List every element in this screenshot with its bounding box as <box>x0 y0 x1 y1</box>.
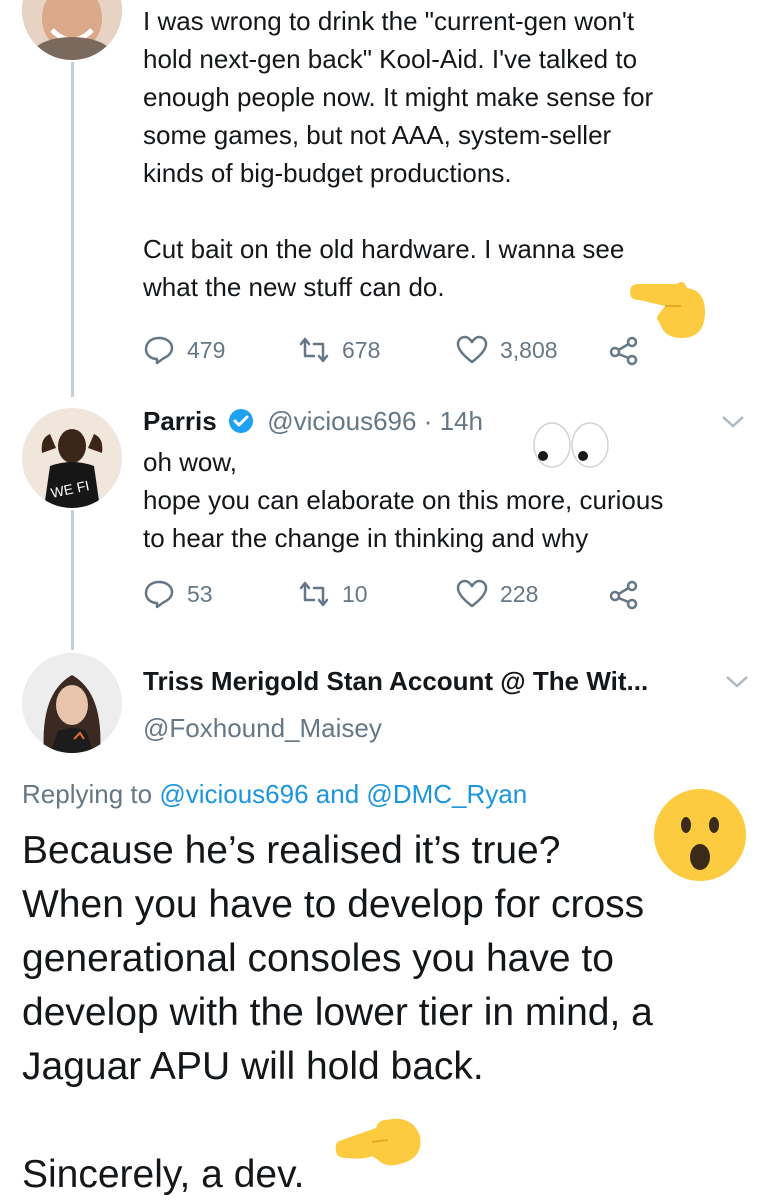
replying-and: and <box>315 779 360 809</box>
mention-link[interactable]: @DMC_Ryan <box>366 779 527 809</box>
thread-line-middle <box>71 510 74 650</box>
user-handle[interactable]: @vicious696 <box>267 406 416 436</box>
chevron-down-icon[interactable] <box>722 672 752 692</box>
share-button[interactable] <box>608 330 652 370</box>
replying-prefix: Replying to <box>22 779 153 809</box>
verified-badge-icon <box>228 409 253 433</box>
reply-button[interactable]: 53 <box>143 574 213 614</box>
mention-link[interactable]: @vicious696 <box>159 779 308 809</box>
user-handle[interactable]: @Foxhound_Maisey <box>143 713 382 743</box>
reply-icon <box>144 336 174 365</box>
tweet-handle-row: @Foxhound_Maisey <box>143 711 382 745</box>
avatar[interactable] <box>22 653 122 753</box>
tweet-time[interactable]: · 14h <box>424 406 483 436</box>
display-name[interactable]: Parris <box>143 406 217 436</box>
retweet-count: 678 <box>342 336 381 363</box>
tweet-text: I was wrong to drink the "current-gen wo… <box>143 6 654 302</box>
display-name[interactable]: Triss Merigold Stan Account @ The Wit... <box>143 666 648 696</box>
like-count: 3,808 <box>500 336 558 363</box>
reply-count: 479 <box>187 336 226 363</box>
pointing-hand-emoji-icon <box>335 1118 421 1166</box>
share-button[interactable] <box>608 574 652 614</box>
like-count: 228 <box>500 580 539 607</box>
avatar-image <box>22 653 122 753</box>
share-icon <box>609 336 638 366</box>
retweet-button[interactable]: 10 <box>298 574 368 614</box>
tweet-text: oh wow, hope you can elaborate on this m… <box>143 447 664 553</box>
reply-button[interactable]: 479 <box>143 330 225 370</box>
heart-icon <box>456 335 488 364</box>
tweet-actions: 479 678 3,808 <box>143 330 663 370</box>
retweet-count: 10 <box>342 580 368 607</box>
chevron-down-icon[interactable] <box>718 412 748 432</box>
avatar-image: WE FI <box>22 408 122 508</box>
retweet-icon <box>299 337 329 363</box>
like-button[interactable]: 3,808 <box>456 330 558 370</box>
reply-icon <box>144 580 174 609</box>
avatar-image <box>22 0 122 60</box>
heart-icon <box>456 579 488 608</box>
tweet-actions: 53 10 228 <box>143 574 663 614</box>
replying-to: Replying to @vicious696 and @DMC_Ryan <box>22 776 527 812</box>
reply-count: 53 <box>187 580 213 607</box>
share-icon <box>609 580 638 610</box>
avatar[interactable] <box>22 0 122 60</box>
thread-line-top <box>71 62 74 397</box>
avatar[interactable]: WE FI <box>22 408 122 508</box>
retweet-button[interactable]: 678 <box>298 330 380 370</box>
tweet-header: Parris @vicious696 · 14h <box>143 404 483 438</box>
retweet-icon <box>299 581 329 607</box>
like-button[interactable]: 228 <box>456 574 538 614</box>
tweet-header: Triss Merigold Stan Account @ The Wit... <box>143 664 648 698</box>
